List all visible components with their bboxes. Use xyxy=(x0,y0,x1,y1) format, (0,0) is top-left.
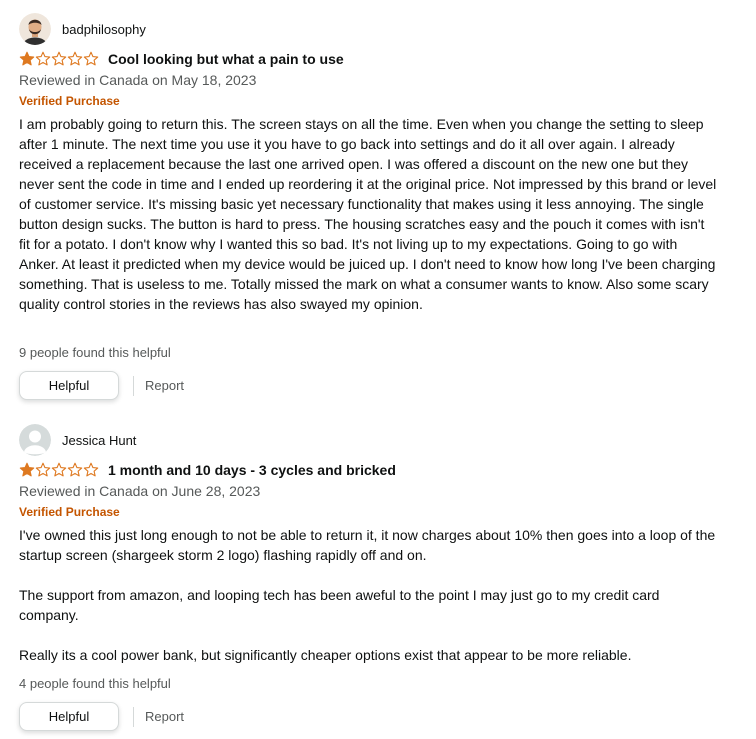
review-body: I am probably going to return this. The … xyxy=(19,114,719,314)
star-empty-icon xyxy=(83,462,99,477)
divider xyxy=(133,706,134,727)
review-body: I've owned this just long enough to not … xyxy=(19,525,719,665)
review-date: Reviewed in Canada on May 18, 2023 xyxy=(19,72,257,88)
star-empty-icon xyxy=(83,51,99,66)
review-paragraph: The support from amazon, and looping tec… xyxy=(19,587,660,623)
helpful-count: 4 people found this helpful xyxy=(19,676,171,691)
verified-purchase-badge: Verified Purchase xyxy=(19,94,120,108)
review-actions: Helpful Report xyxy=(19,702,184,731)
review-paragraph: Really its a cool power bank, but signif… xyxy=(19,647,632,663)
review-paragraph: I've owned this just long enough to not … xyxy=(19,527,716,563)
review-actions: Helpful Report xyxy=(19,371,184,400)
star-rating xyxy=(19,462,99,478)
report-link[interactable]: Report xyxy=(145,709,184,724)
star-empty-icon xyxy=(67,462,83,477)
review-title[interactable]: 1 month and 10 days - 3 cycles and brick… xyxy=(108,462,396,478)
star-empty-icon xyxy=(35,51,51,66)
star-empty-icon xyxy=(51,51,67,66)
star-filled-icon xyxy=(19,462,35,477)
avatar xyxy=(19,13,51,45)
reviewer-name: badphilosophy xyxy=(62,21,146,37)
star-empty-icon xyxy=(67,51,83,66)
verified-purchase-badge: Verified Purchase xyxy=(19,505,120,519)
review-date: Reviewed in Canada on June 28, 2023 xyxy=(19,483,261,499)
review-title-row[interactable]: Cool looking but what a pain to use xyxy=(19,51,344,67)
star-filled-icon xyxy=(19,51,35,66)
reviewer-profile[interactable]: Jessica Hunt xyxy=(19,424,136,456)
reviewer-name: Jessica Hunt xyxy=(62,432,137,448)
helpful-button[interactable]: Helpful xyxy=(19,371,119,400)
reviewer-profile[interactable]: badphilosophy xyxy=(19,13,146,45)
divider xyxy=(133,375,134,396)
review-paragraph: I am probably going to return this. The … xyxy=(19,116,717,312)
review-title-row[interactable]: 1 month and 10 days - 3 cycles and brick… xyxy=(19,462,396,478)
star-empty-icon xyxy=(35,462,51,477)
star-empty-icon xyxy=(51,462,67,477)
report-link[interactable]: Report xyxy=(145,378,184,393)
avatar xyxy=(19,424,51,456)
helpful-button[interactable]: Helpful xyxy=(19,702,119,731)
helpful-count: 9 people found this helpful xyxy=(19,345,171,360)
star-rating xyxy=(19,51,99,67)
review-title[interactable]: Cool looking but what a pain to use xyxy=(108,51,344,67)
